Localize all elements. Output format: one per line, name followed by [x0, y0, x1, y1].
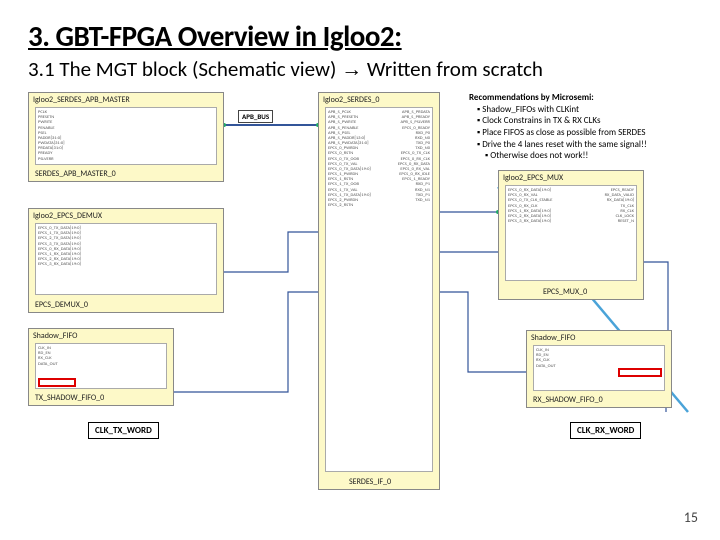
schematic-diagram: Igloo2_SERDES_APB_MASTER PCLKPRESETNPWRI… [28, 92, 698, 492]
block-instance: SERDES_IF_0 [349, 477, 391, 487]
block-epcs-demux: Igloo2_EPCS_DEMUX EPCS_0_TX_DATA[19:0]EP… [28, 208, 224, 313]
subtitle-pre: 3.1 The MGT block (Schematic view) [28, 56, 341, 82]
port-list-left: EPCS_0_RX_DATA[19:0]EPCS_0_RX_VALEPCS_0_… [508, 188, 552, 224]
block-title: Shadow_FIFO [531, 333, 575, 343]
port-list: CLK_INRD_ENRX_CLKDATA_OUT [38, 346, 58, 367]
block-serdes-if: Igloo2_SERDES_0 APB_S_PCLKAPB_S_PRESETNA… [318, 92, 440, 490]
subtitle-post: Written from scratch [362, 56, 543, 82]
block-title: Igloo2_SERDES_0 [323, 95, 379, 105]
block-inner: CLK_INRD_ENRX_CLKDATA_OUT [35, 343, 167, 389]
block-inner: PCLKPRESETNPWRITEPENABLEPSELPADDR[31:0]P… [35, 107, 217, 165]
port-list-right: APB_S_PRDATAAPB_S_PREADYAPB_S_PSLVERREPC… [398, 110, 430, 203]
block-title: Shadow_FIFO [33, 331, 77, 341]
highlight-box [38, 378, 76, 387]
port-list: EPCS_0_TX_DATA[19:0]EPCS_1_TX_DATA[19:0]… [38, 226, 81, 267]
block-instance: RX_SHADOW_FIFO_0 [533, 395, 603, 405]
arrow-icon: → [341, 58, 362, 81]
block-inner: EPCS_0_RX_DATA[19:0]EPCS_0_RX_VALEPCS_0_… [505, 185, 637, 281]
block-shadow-fifo-rx: Shadow_FIFO CLK_INRD_ENRX_CLKDATA_OUT RX… [526, 330, 672, 408]
block-shadow-fifo-tx: Shadow_FIFO CLK_INRD_ENRX_CLKDATA_OUT TX… [28, 328, 174, 406]
port-list-right: EPCS_READYRX_DATA_VALIDRX_DATA[19:0]TX_C… [605, 188, 634, 224]
port-list: PCLKPRESETNPWRITEPENABLEPSELPADDR[31:0]P… [38, 110, 65, 162]
port-list: CLK_INRD_ENRX_CLKDATA_OUT [536, 348, 556, 369]
block-inner: EPCS_0_TX_DATA[19:0]EPCS_1_TX_DATA[19:0]… [35, 223, 217, 295]
block-instance: EPCS_MUX_0 [543, 287, 587, 297]
block-instance: EPCS_DEMUX_0 [35, 300, 88, 310]
page-title: 3. GBT-FPGA Overview in Igloo2: [28, 18, 692, 54]
sticker-clk-rx: CLK_RX_WORD [570, 422, 641, 439]
block-instance: SERDES_APB_MASTER_0 [35, 169, 116, 179]
block-epcs-mux: Igloo2_EPCS_MUX EPCS_0_RX_DATA[19:0]EPCS… [498, 170, 644, 300]
port-list-left: APB_S_PCLKAPB_S_PRESETNAPB_S_PWRITEAPB_S… [328, 110, 371, 208]
highlight-box [618, 368, 662, 377]
block-instance: TX_SHADOW_FIFO_0 [35, 393, 104, 403]
block-inner: APB_S_PCLKAPB_S_PRESETNAPB_S_PWRITEAPB_S… [325, 107, 433, 472]
page-subtitle: 3.1 The MGT block (Schematic view) → Wri… [28, 56, 692, 82]
block-title: Igloo2_SERDES_APB_MASTER [33, 95, 130, 105]
block-title: Igloo2_EPCS_DEMUX [33, 211, 102, 221]
block-title: Igloo2_EPCS_MUX [503, 173, 563, 183]
block-apb-master: Igloo2_SERDES_APB_MASTER PCLKPRESETNPWRI… [28, 92, 224, 182]
page-number: 15 [684, 509, 698, 526]
sticker-clk-tx: CLK_TX_WORD [88, 422, 159, 439]
block-inner: CLK_INRD_ENRX_CLKDATA_OUT [533, 345, 665, 391]
bus-label-apb: APB_BUS [238, 110, 273, 123]
